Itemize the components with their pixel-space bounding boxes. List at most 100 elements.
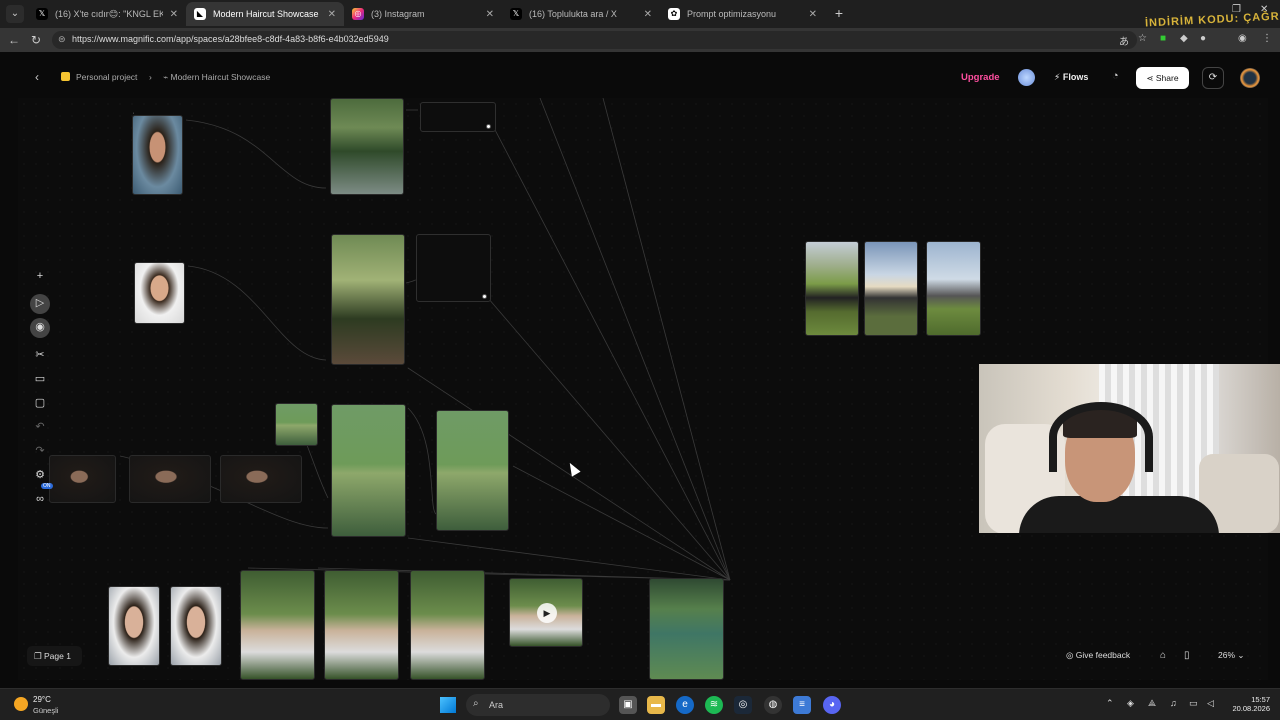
image-tool-icon[interactable]: ▷: [30, 294, 50, 314]
extension-icon[interactable]: ●: [1200, 33, 1206, 44]
scissors-icon[interactable]: ✂: [29, 346, 51, 364]
image-node[interactable]: [129, 455, 211, 503]
collaborator-avatar[interactable]: [1018, 69, 1035, 86]
breadcrumb-space[interactable]: ⌁ Modern Haircut Showcase: [163, 72, 270, 83]
image-node[interactable]: [649, 578, 724, 680]
taskbar-search[interactable]: ⌕ Ara: [466, 694, 610, 716]
profile-avatar-icon[interactable]: ◉: [1238, 33, 1247, 44]
browser-tab[interactable]: ◎ (3) Instagram ✕: [344, 2, 502, 26]
image-node[interactable]: [436, 410, 509, 531]
video-node[interactable]: [416, 234, 491, 302]
breadcrumb-project[interactable]: Personal project: [61, 72, 137, 82]
settings-gear-icon[interactable]: ⚙: [29, 466, 51, 484]
give-feedback-button[interactable]: ◎ Give feedback: [1066, 650, 1130, 661]
windows-start-icon[interactable]: [440, 697, 456, 713]
bookmark-star-icon[interactable]: ☆: [1138, 33, 1147, 44]
image-node[interactable]: [134, 262, 185, 324]
image-node[interactable]: [926, 241, 981, 336]
edge-browser-icon[interactable]: e: [676, 696, 694, 714]
close-window-icon[interactable]: ✕: [1260, 4, 1268, 15]
comment-icon[interactable]: ▢: [29, 394, 51, 412]
add-node-icon[interactable]: +: [29, 267, 51, 285]
new-tab-button[interactable]: +: [830, 4, 848, 22]
browser-tab[interactable]: 𝕏 (16) X'te cıdır😊: "KNGL EKIP (PAR ✕: [28, 2, 186, 26]
display-icon[interactable]: ▭: [1189, 698, 1198, 709]
tab-title: (16) Toplulukta ara / X: [529, 9, 617, 19]
extension-icon[interactable]: ■: [1160, 33, 1166, 44]
translate-icon[interactable]: あ: [1119, 33, 1129, 48]
tab-search-icon[interactable]: ⌄: [6, 5, 24, 23]
note-icon[interactable]: ▭: [29, 370, 51, 388]
back-icon[interactable]: ‹: [28, 68, 46, 86]
taskbar: 29°C Güneşli ⌕ Ara ▣ ▬ e ≋ ◎ ◍ ≡ ◕ ⌃ ◈ ⟁…: [0, 688, 1280, 720]
steam-tray-icon[interactable]: ◈: [1127, 698, 1134, 709]
image-node[interactable]: [170, 586, 222, 666]
weather-condition: Güneşli: [33, 706, 59, 715]
history-icon[interactable]: ◔: [1112, 70, 1119, 82]
system-clock[interactable]: 15:57 20.08.2026: [1228, 695, 1270, 713]
video-node[interactable]: [420, 102, 496, 132]
undo-icon[interactable]: ↶: [29, 418, 51, 436]
book-icon[interactable]: ▯: [1184, 650, 1190, 661]
reload-icon[interactable]: ↻: [31, 33, 41, 47]
image-node[interactable]: [331, 234, 405, 365]
flows-button[interactable]: ⚡ Flows: [1054, 72, 1088, 83]
image-node[interactable]: [275, 403, 318, 446]
image-node[interactable]: [410, 570, 485, 680]
redo-icon[interactable]: ↷: [29, 442, 51, 460]
infinity-icon[interactable]: ∞: [29, 490, 51, 508]
close-icon[interactable]: ✕: [809, 9, 817, 20]
back-arrow-icon[interactable]: ←: [8, 33, 20, 47]
image-node[interactable]: [864, 241, 918, 336]
image-node[interactable]: [132, 115, 183, 195]
close-icon[interactable]: ✕: [486, 9, 494, 20]
task-view-icon[interactable]: ▣: [619, 696, 637, 714]
image-node[interactable]: [805, 241, 859, 336]
image-node[interactable]: [49, 455, 116, 503]
browser-tab[interactable]: 𝕏 (16) Toplulukta ara / X ✕: [502, 2, 660, 26]
volume-icon[interactable]: ◁: [1207, 698, 1214, 709]
image-node[interactable]: [240, 570, 315, 680]
page-selector[interactable]: ❐ Page 1: [27, 646, 82, 666]
close-icon[interactable]: ✕: [328, 9, 336, 20]
site-info-icon[interactable]: ⊜: [58, 34, 66, 45]
discord-icon[interactable]: ◕: [823, 696, 841, 714]
instagram-icon: ◎: [352, 8, 364, 20]
close-icon[interactable]: ✕: [644, 9, 652, 20]
restore-icon[interactable]: ❐: [1232, 4, 1241, 15]
learn-icon[interactable]: ⌂: [1160, 650, 1166, 661]
network-icon[interactable]: ⟁: [1148, 698, 1156, 709]
browser-tab-active[interactable]: ◣ Modern Haircut Showcase - Space ✕: [186, 2, 344, 26]
sync-icon[interactable]: ⟳: [1202, 67, 1224, 89]
user-avatar[interactable]: [1240, 68, 1260, 88]
extension-icon[interactable]: ◆: [1180, 33, 1188, 44]
image-node[interactable]: [220, 455, 302, 503]
output-port[interactable]: [482, 294, 487, 299]
image-node[interactable]: [324, 570, 399, 680]
image-node[interactable]: [330, 98, 404, 195]
chatgpt-icon: ✿: [668, 8, 680, 20]
steam-icon[interactable]: ◎: [734, 696, 752, 714]
obs-icon[interactable]: ◍: [764, 696, 782, 714]
x-icon: 𝕏: [510, 8, 522, 20]
zoom-control[interactable]: 26% ⌄: [1218, 650, 1245, 661]
video-tool-icon[interactable]: ◉: [30, 318, 50, 338]
play-icon[interactable]: ▶: [537, 603, 557, 623]
image-node[interactable]: [331, 404, 406, 537]
image-node[interactable]: [108, 586, 160, 666]
output-port[interactable]: [486, 124, 491, 129]
chevron-up-icon[interactable]: ⌃: [1106, 698, 1114, 709]
weather-sun-icon[interactable]: [14, 697, 28, 711]
spotify-icon[interactable]: ≋: [705, 696, 723, 714]
notepad-icon[interactable]: ≡: [793, 696, 811, 714]
browser-tab[interactable]: ✿ Prompt optimizasyonu ✕: [660, 2, 825, 26]
lightning-icon: ⚡: [1054, 72, 1063, 82]
video-node[interactable]: ▶: [509, 578, 583, 647]
close-icon[interactable]: ✕: [170, 9, 178, 20]
more-menu-icon[interactable]: ⋮: [1262, 33, 1272, 44]
file-explorer-icon[interactable]: ▬: [647, 696, 665, 714]
share-button[interactable]: ⋖ Share: [1136, 67, 1189, 89]
upgrade-button[interactable]: Upgrade: [961, 72, 1000, 83]
url-field[interactable]: ⊜ https://www.magnific.com/app/spaces/a2…: [52, 31, 1137, 49]
microphone-icon[interactable]: ♫: [1170, 698, 1177, 708]
